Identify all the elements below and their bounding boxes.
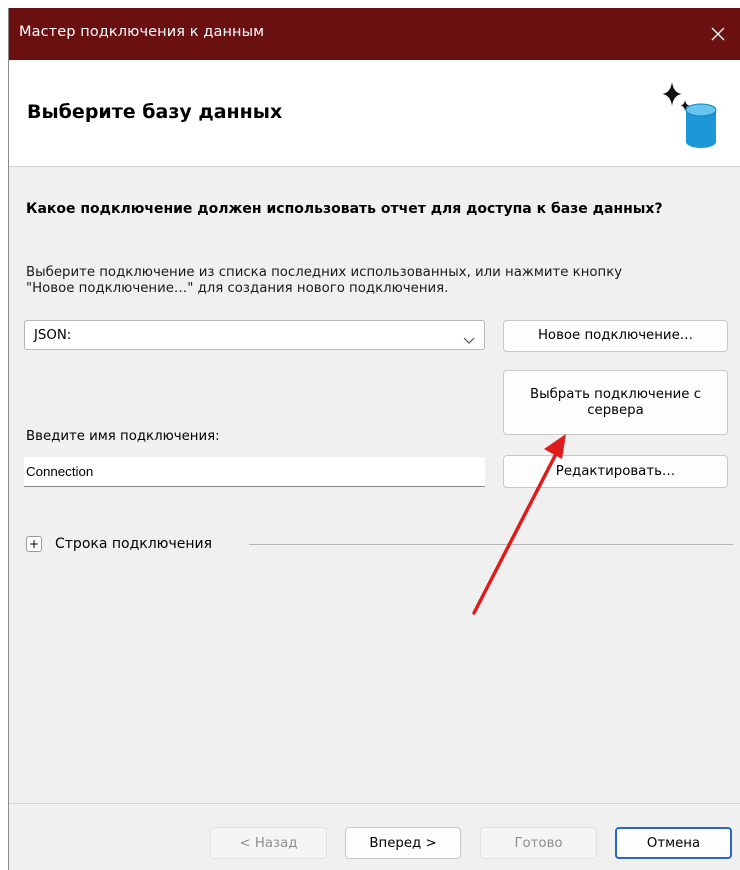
cancel-button[interactable]: Отмена — [615, 827, 732, 859]
expand-plus-icon[interactable]: + — [26, 536, 42, 552]
window-title: Мастер подключения к данным — [19, 24, 265, 40]
connection-name-label: Введите имя подключения: — [26, 429, 220, 444]
connection-select-value: JSON: — [34, 328, 72, 343]
connection-select[interactable]: JSON: — [24, 320, 485, 350]
next-button[interactable]: Вперед > — [345, 827, 461, 859]
close-icon[interactable] — [695, 8, 740, 60]
page-title: Выберите базу данных — [27, 101, 283, 123]
title-bar: Мастер подключения к данным — [9, 8, 740, 60]
hint-text: Выберите подключение из списка последних… — [26, 265, 726, 297]
edit-button[interactable]: Редактировать… — [503, 455, 728, 488]
database-sparkle-icon — [654, 74, 720, 154]
finish-button[interactable]: Готово — [480, 827, 597, 859]
footer-divider — [9, 803, 740, 804]
expander-glyph: + — [28, 537, 40, 551]
question-text: Какое подключение должен использовать от… — [26, 201, 663, 217]
hint-line-1: Выберите подключение из списка последних… — [26, 265, 623, 280]
wizard-content: Какое подключение должен использовать от… — [9, 167, 740, 807]
new-connection-button[interactable]: Новое подключение… — [503, 320, 728, 352]
select-server-connection-button[interactable]: Выбрать подключение с сервера — [503, 370, 728, 435]
connection-wizard-window: Мастер подключения к данным Выберите баз… — [8, 8, 740, 870]
divider — [249, 544, 733, 545]
connection-string-label: Строка подключения — [55, 536, 213, 552]
back-button[interactable]: < Назад — [210, 827, 327, 859]
chevron-down-icon[interactable] — [463, 330, 475, 349]
wizard-header: Выберите базу данных — [9, 60, 740, 167]
connection-name-input[interactable] — [24, 457, 485, 487]
hint-line-2: "Новое подключение…" для создания нового… — [26, 281, 449, 296]
